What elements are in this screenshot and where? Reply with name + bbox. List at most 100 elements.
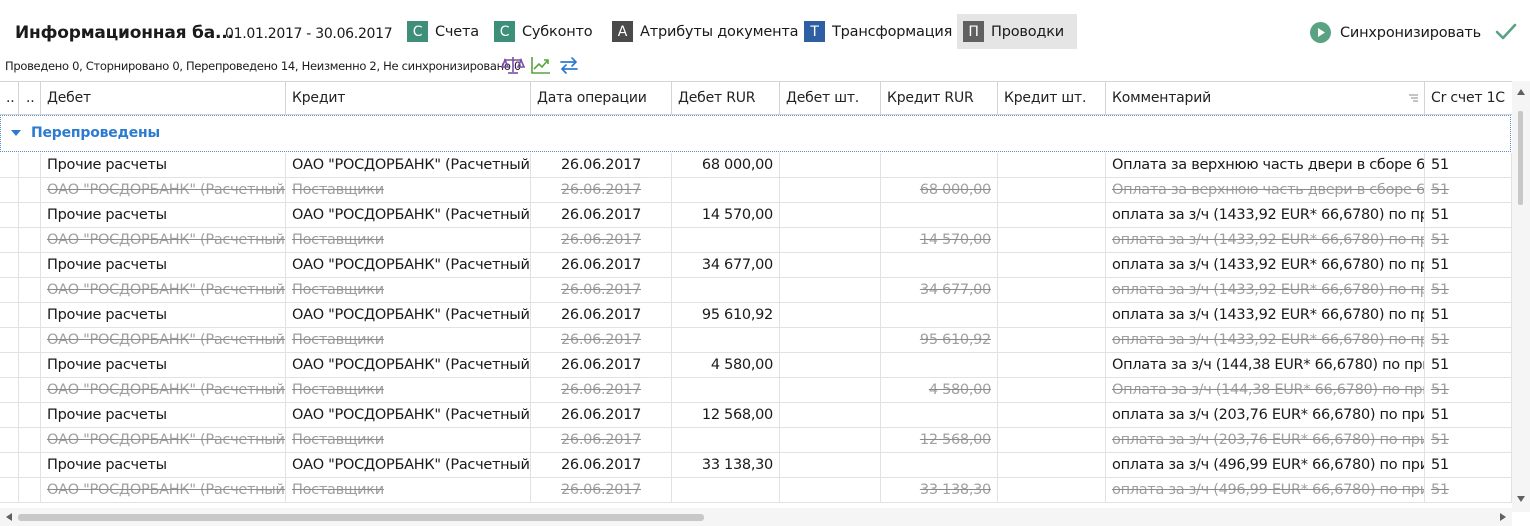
comment-cell[interactable]: оплата за з/ч (1433,92 EUR* 66,6780) по …: [1106, 328, 1425, 352]
tab-accounts[interactable]: С Счета: [401, 14, 487, 49]
debit-qty-cell[interactable]: [780, 153, 881, 177]
table-row[interactable]: ОАО "РОСДОРБАНК" (Расчетный) Поставщики 26…: [0, 178, 1512, 203]
comment-cell[interactable]: Оплата за з/ч (144,38 EUR* 66,6780) по п…: [1106, 353, 1425, 377]
credit-qty-cell[interactable]: [998, 428, 1106, 452]
column-header-debit[interactable]: Дебет: [41, 82, 286, 114]
operation-date-cell[interactable]: 26.06.2017: [531, 153, 672, 177]
credit-qty-cell[interactable]: [998, 453, 1106, 477]
credit-qty-cell[interactable]: [998, 478, 1106, 502]
column-header-status[interactable]: ..: [19, 82, 41, 114]
debit-cell[interactable]: Прочие расчеты: [41, 353, 286, 377]
row-selector-cell[interactable]: [0, 378, 19, 402]
credit-rur-cell[interactable]: 4 580,00: [881, 378, 998, 402]
credit-cell[interactable]: ОАО "РОСДОРБАНК" (Расчетный): [286, 203, 531, 227]
scroll-down-icon[interactable]: [1517, 496, 1525, 502]
credit-rur-cell[interactable]: 34 677,00: [881, 278, 998, 302]
scroll-left-icon[interactable]: [6, 513, 12, 521]
cr-account-cell[interactable]: 51: [1425, 153, 1512, 177]
operation-date-cell[interactable]: 26.06.2017: [531, 178, 672, 202]
table-row[interactable]: ОАО "РОСДОРБАНК" (Расчетный) Поставщики 26…: [0, 228, 1512, 253]
column-header-credit-rur[interactable]: Кредит RUR: [881, 82, 998, 114]
row-status-cell[interactable]: [19, 253, 41, 277]
debit-rur-cell[interactable]: 14 570,00: [672, 203, 780, 227]
row-selector-cell[interactable]: [0, 428, 19, 452]
credit-qty-cell[interactable]: [998, 228, 1106, 252]
row-selector-cell[interactable]: [0, 203, 19, 227]
swap-arrows-icon[interactable]: [558, 55, 580, 75]
credit-cell[interactable]: ОАО "РОСДОРБАНК" (Расчетный): [286, 453, 531, 477]
comment-cell[interactable]: Оплата за верхнюю часть двери в сборе 6.…: [1106, 178, 1425, 202]
table-row[interactable]: ОАО "РОСДОРБАНК" (Расчетный) Поставщики 26…: [0, 428, 1512, 453]
row-status-cell[interactable]: [19, 428, 41, 452]
debit-rur-cell[interactable]: [672, 278, 780, 302]
row-selector-cell[interactable]: [0, 153, 19, 177]
debit-cell[interactable]: ОАО "РОСДОРБАНК" (Расчетный): [41, 428, 286, 452]
credit-rur-cell[interactable]: 12 568,00: [881, 428, 998, 452]
debit-qty-cell[interactable]: [780, 353, 881, 377]
column-header-credit-qty[interactable]: Кредит шт.: [998, 82, 1106, 114]
row-status-cell[interactable]: [19, 153, 41, 177]
tab-subconto[interactable]: С Субконто: [488, 14, 600, 49]
row-status-cell[interactable]: [19, 478, 41, 502]
debit-qty-cell[interactable]: [780, 203, 881, 227]
credit-qty-cell[interactable]: [998, 253, 1106, 277]
tab-document-attributes[interactable]: А Атрибуты документа: [606, 14, 806, 49]
scroll-right-icon[interactable]: [1500, 513, 1506, 521]
operation-date-cell[interactable]: 26.06.2017: [531, 253, 672, 277]
horizontal-scrollbar[interactable]: [0, 508, 1512, 526]
comment-cell[interactable]: Оплата за верхнюю часть двери в сборе 6.…: [1106, 153, 1425, 177]
row-selector-cell[interactable]: [0, 228, 19, 252]
debit-qty-cell[interactable]: [780, 328, 881, 352]
credit-rur-cell[interactable]: [881, 403, 998, 427]
table-row[interactable]: Прочие расчеты ОАО "РОСДОРБАНК" (Расчетны…: [0, 303, 1512, 328]
column-header-credit[interactable]: Кредит: [286, 82, 531, 114]
row-selector-cell[interactable]: [0, 453, 19, 477]
period-range[interactable]: 01.01.2017 - 30.06.2017: [225, 26, 393, 42]
sync-button[interactable]: Синхронизировать: [1310, 22, 1481, 43]
cr-account-cell[interactable]: 51: [1425, 278, 1512, 302]
credit-rur-cell[interactable]: [881, 353, 998, 377]
operation-date-cell[interactable]: 26.06.2017: [531, 278, 672, 302]
horizontal-scroll-thumb[interactable]: [18, 514, 704, 521]
debit-rur-cell[interactable]: [672, 328, 780, 352]
debit-cell[interactable]: ОАО "РОСДОРБАНК" (Расчетный): [41, 478, 286, 502]
credit-cell[interactable]: ОАО "РОСДОРБАНК" (Расчетный): [286, 153, 531, 177]
operation-date-cell[interactable]: 26.06.2017: [531, 428, 672, 452]
table-row[interactable]: ОАО "РОСДОРБАНК" (Расчетный) Поставщики 26…: [0, 478, 1512, 503]
table-row[interactable]: Прочие расчеты ОАО "РОСДОРБАНК" (Расчетны…: [0, 453, 1512, 478]
table-row[interactable]: Прочие расчеты ОАО "РОСДОРБАНК" (Расчетны…: [0, 153, 1512, 178]
row-status-cell[interactable]: [19, 378, 41, 402]
credit-rur-cell[interactable]: [881, 453, 998, 477]
credit-cell[interactable]: Поставщики: [286, 228, 531, 252]
cr-account-cell[interactable]: 51: [1425, 253, 1512, 277]
cr-account-cell[interactable]: 51: [1425, 203, 1512, 227]
debit-qty-cell[interactable]: [780, 278, 881, 302]
comment-cell[interactable]: Оплата за з/ч (144,38 EUR* 66,6780) по п…: [1106, 378, 1425, 402]
operation-date-cell[interactable]: 26.06.2017: [531, 228, 672, 252]
debit-cell[interactable]: ОАО "РОСДОРБАНК" (Расчетный): [41, 378, 286, 402]
credit-qty-cell[interactable]: [998, 178, 1106, 202]
operation-date-cell[interactable]: 26.06.2017: [531, 353, 672, 377]
credit-rur-cell[interactable]: 33 138,30: [881, 478, 998, 502]
comment-cell[interactable]: оплата за з/ч (1433,92 EUR* 66,6780) по …: [1106, 228, 1425, 252]
row-selector-cell[interactable]: [0, 328, 19, 352]
table-row[interactable]: ОАО "РОСДОРБАНК" (Расчетный) Поставщики 26…: [0, 328, 1512, 353]
cr-account-cell[interactable]: 51: [1425, 453, 1512, 477]
credit-cell[interactable]: Поставщики: [286, 178, 531, 202]
comment-cell[interactable]: оплата за з/ч (496,99 EUR* 66,6780) по п…: [1106, 453, 1425, 477]
row-selector-cell[interactable]: [0, 478, 19, 502]
cr-account-cell[interactable]: 51: [1425, 178, 1512, 202]
credit-rur-cell[interactable]: 95 610,92: [881, 328, 998, 352]
credit-rur-cell[interactable]: 14 570,00: [881, 228, 998, 252]
row-selector-cell[interactable]: [0, 303, 19, 327]
cr-account-cell[interactable]: 51: [1425, 428, 1512, 452]
chevron-down-icon[interactable]: [10, 128, 22, 138]
debit-qty-cell[interactable]: [780, 178, 881, 202]
credit-cell[interactable]: Поставщики: [286, 328, 531, 352]
credit-qty-cell[interactable]: [998, 353, 1106, 377]
comment-cell[interactable]: оплата за з/ч (1433,92 EUR* 66,6780) по …: [1106, 253, 1425, 277]
credit-qty-cell[interactable]: [998, 328, 1106, 352]
operation-date-cell[interactable]: 26.06.2017: [531, 303, 672, 327]
table-row[interactable]: Прочие расчеты ОАО "РОСДОРБАНК" (Расчетны…: [0, 203, 1512, 228]
scroll-up-icon[interactable]: [1517, 89, 1525, 95]
